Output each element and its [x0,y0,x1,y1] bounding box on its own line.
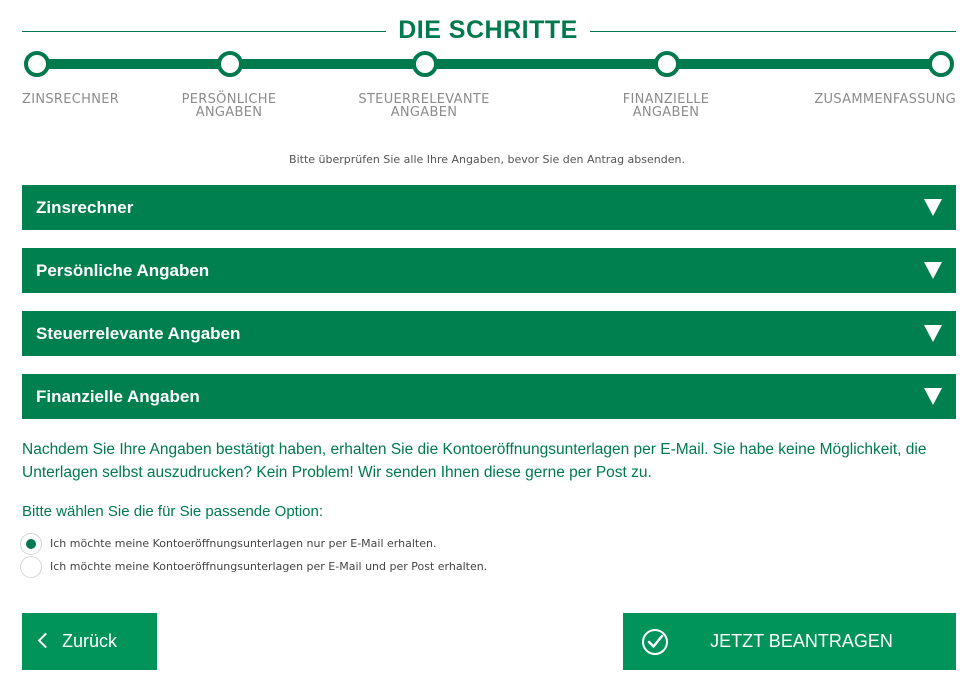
accordion-persoenliche-angaben[interactable]: Persönliche Angaben [22,248,956,293]
accordion-label: Zinsrechner [36,198,134,217]
apply-button[interactable]: JETZT BEANTRAGEN [623,613,956,670]
radio-email-only[interactable] [20,533,42,555]
step-label-finanzielle-angaben[interactable]: FINANZIELLE ANGABEN [606,93,726,119]
delivery-info-text: Nachdem Sie Ihre Angaben bestätigt haben… [22,441,927,481]
option-label[interactable]: Ich möchte meine Kontoeröffnungsunterlag… [50,537,436,550]
step-marker-zinsrechner[interactable] [24,51,50,77]
back-button-label: Zurück [62,631,118,651]
option-label[interactable]: Ich möchte meine Kontoeröffnungsunterlag… [50,560,487,573]
chevron-left-icon [37,632,54,649]
step-label-persoenliche-angaben[interactable]: PERSÖNLICHE ANGABEN [168,93,290,119]
title-divider-right [590,31,956,32]
step-label-line: ZINSRECHNER [22,92,120,107]
accordion-finanzielle-angaben[interactable]: Finanzielle Angaben [22,374,956,419]
page-title: DIE SCHRITTE [398,16,578,44]
title-divider-left [22,31,386,32]
accordion-label: Steuerrelevante Angaben [36,324,241,343]
option-prompt: Bitte wählen Sie die für Sie passende Op… [22,503,324,520]
step-marker-persoenliche-angaben[interactable] [217,51,243,77]
apply-button-label: JETZT BEANTRAGEN [710,631,893,651]
step-label-line: ANGABEN [195,105,263,120]
step-label-zusammenfassung[interactable]: ZUSAMMENFASSUNG [814,93,956,106]
accordion-zinsrechner[interactable]: Zinsrechner [22,185,956,230]
triangle-down-icon [924,199,942,216]
progress-track [36,59,940,69]
step-marker-steuerrelevante-angaben[interactable] [412,51,438,77]
step-label-zinsrechner[interactable]: ZINSRECHNER [22,93,119,106]
step-label-line: ANGABEN [390,105,458,120]
triangle-down-icon [924,262,942,279]
accordion-label: Finanzielle Angaben [36,387,200,406]
step-marker-zusammenfassung[interactable] [928,51,954,77]
steps-header: DIE SCHRITTE [22,16,956,48]
review-instruction: Bitte überprüfen Sie alle Ihre Angaben, … [289,153,685,166]
step-label-line: ZUSAMMENFASSUNG [814,92,956,107]
radio-selected-dot [26,539,36,549]
step-marker-finanzielle-angaben[interactable] [654,51,680,77]
triangle-down-icon [924,325,942,342]
accordion-label: Persönliche Angaben [36,261,210,280]
accordion-steuerrelevante-angaben[interactable]: Steuerrelevante Angaben [22,311,956,356]
back-button[interactable]: Zurück [22,613,157,670]
step-label-steuerrelevante-angaben[interactable]: STEUERRELEVANTE ANGABEN [344,93,504,119]
radio-email-and-post[interactable] [20,556,42,578]
step-label-line: ANGABEN [632,105,700,120]
triangle-down-icon [924,388,942,405]
